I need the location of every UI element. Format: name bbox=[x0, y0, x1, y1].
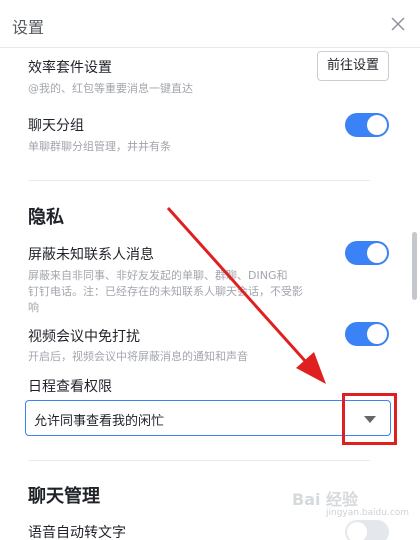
voice-to-text-title: 语音自动转文字 bbox=[28, 525, 126, 540]
annotation-highlight-box bbox=[342, 393, 397, 445]
title-bar: 设置 bbox=[0, 0, 420, 48]
schedule-permission-label: 日程查看权限 bbox=[28, 379, 112, 395]
efficiency-setting: 效率套件设置 @我的、红包等重要消息一键直达 前往设置 bbox=[0, 48, 420, 108]
watermark-url: jingyan.baidu.com bbox=[326, 508, 410, 518]
chat-group-toggle[interactable] bbox=[345, 113, 389, 137]
meeting-dnd-title: 视频会议中免打扰 bbox=[28, 329, 140, 345]
watermark-logo: Bai 经验 bbox=[292, 490, 359, 509]
voice-to-text-toggle[interactable] bbox=[345, 520, 389, 540]
block-unknown-desc-1: 屏蔽来自非同事、非好友发起的单聊、群聊、DING和 bbox=[28, 269, 288, 282]
block-unknown-desc-2: 钉钉电话。注：已经存在的未知联系人聊天会话，不受影 bbox=[28, 285, 303, 298]
block-unknown-toggle[interactable] bbox=[345, 241, 389, 265]
scrollbar-thumb[interactable] bbox=[412, 232, 417, 300]
close-icon[interactable] bbox=[388, 14, 408, 34]
window-title: 设置 bbox=[12, 18, 45, 37]
block-unknown-desc-3: 响 bbox=[28, 301, 39, 314]
privacy-heading: 隐私 bbox=[28, 207, 64, 228]
settings-panel: 效率套件设置 @我的、红包等重要消息一键直达 前往设置 聊天分组 单聊群聊分组管… bbox=[0, 48, 420, 540]
goto-settings-button[interactable]: 前往设置 bbox=[317, 51, 389, 81]
chat-management-heading: 聊天管理 bbox=[28, 486, 100, 507]
chat-group-desc: 单聊群聊分组管理，井井有条 bbox=[28, 140, 171, 153]
meeting-dnd-toggle[interactable] bbox=[345, 322, 389, 346]
efficiency-desc: @我的、红包等重要消息一键直达 bbox=[28, 82, 193, 95]
schedule-permission-select[interactable]: 允许同事查看我的闲忙 bbox=[25, 400, 391, 436]
section-divider bbox=[28, 460, 370, 461]
block-unknown-title: 屏蔽未知联系人消息 bbox=[28, 247, 154, 263]
chat-group-title: 聊天分组 bbox=[28, 118, 84, 134]
meeting-dnd-desc: 开启后，视频会议中将屏蔽消息的通知和声音 bbox=[28, 350, 248, 363]
schedule-permission-value: 允许同事查看我的闲忙 bbox=[34, 414, 165, 429]
section-divider bbox=[28, 180, 370, 181]
efficiency-title: 效率套件设置 bbox=[28, 60, 112, 76]
